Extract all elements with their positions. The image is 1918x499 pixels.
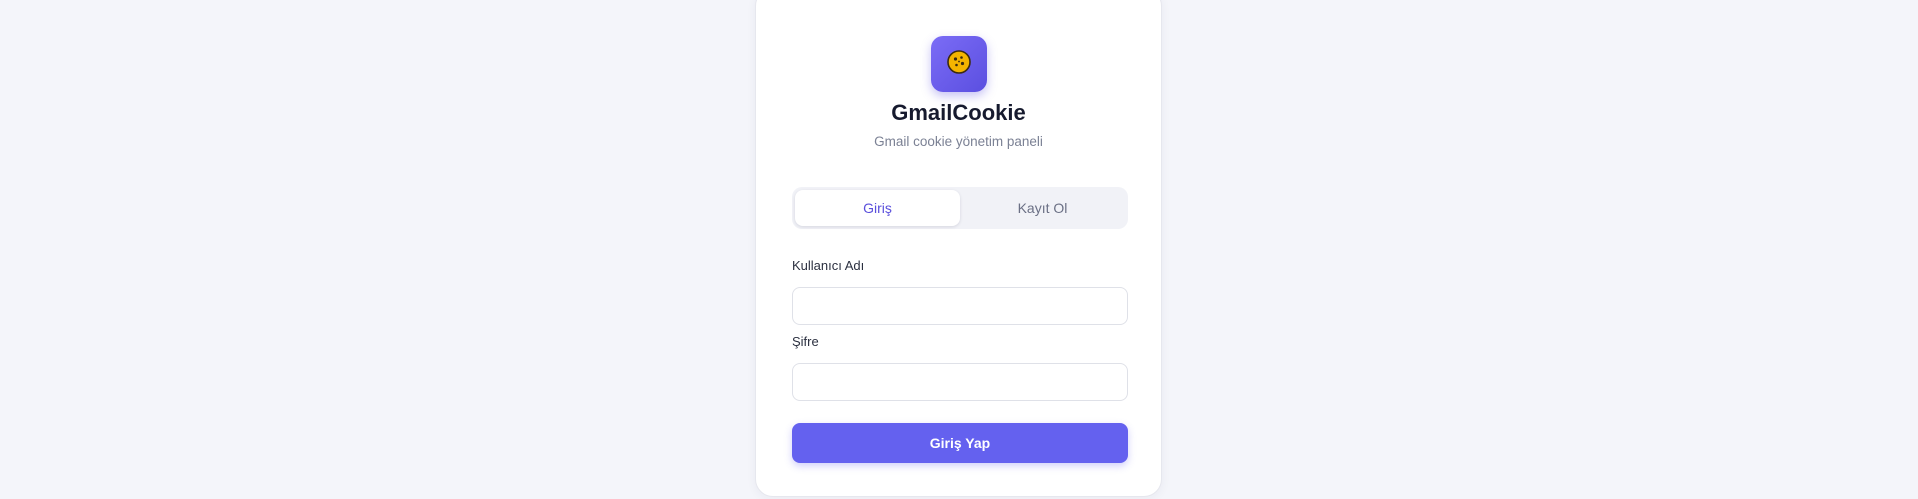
app-logo (931, 36, 987, 92)
login-button[interactable]: Giriş Yap (792, 423, 1128, 463)
auth-tabs: Giriş Kayıt Ol (792, 187, 1128, 229)
username-input[interactable] (792, 287, 1128, 325)
tab-register[interactable]: Kayıt Ol (960, 190, 1125, 226)
login-card: GmailCookie Gmail cookie yönetim paneli … (755, 0, 1162, 497)
password-label: Şifre (792, 334, 819, 349)
page-subtitle: Gmail cookie yönetim paneli (874, 134, 1043, 149)
cookie-icon (946, 49, 972, 80)
password-input[interactable] (792, 363, 1128, 401)
username-label: Kullanıcı Adı (792, 258, 865, 273)
tab-login[interactable]: Giriş (795, 190, 960, 226)
page-title: GmailCookie (891, 100, 1026, 125)
